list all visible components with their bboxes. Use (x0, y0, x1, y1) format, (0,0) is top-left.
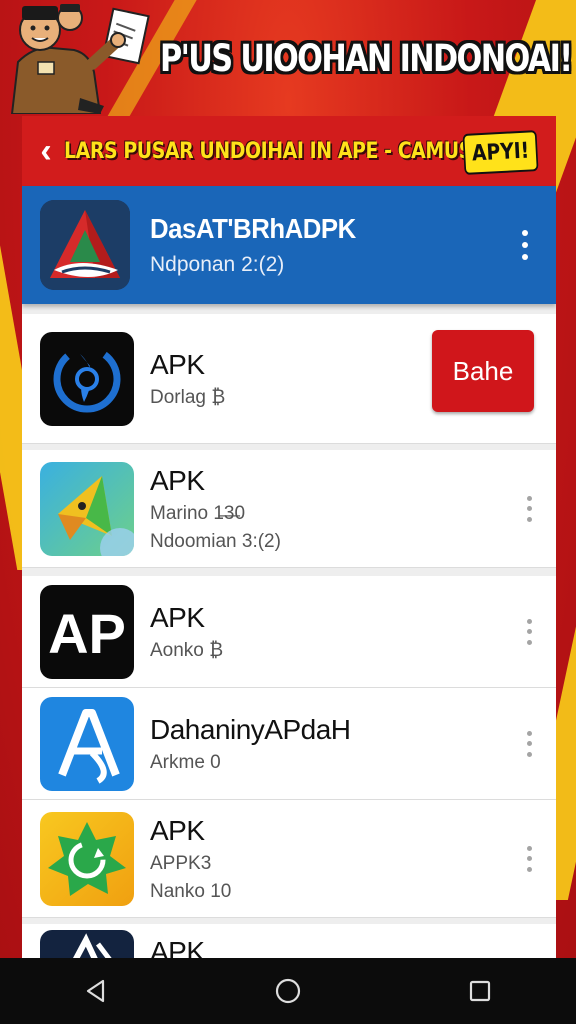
list-item[interactable]: APK Marino 1̶3̶0 Ndoomian 3:(2) (22, 450, 556, 568)
app-meta: Dorlag ₿ (150, 386, 226, 408)
app-title: APK (150, 348, 205, 380)
letter-a-icon (58, 708, 120, 784)
more-vert-icon[interactable] (524, 495, 534, 522)
mascot-illustration (10, 4, 150, 114)
app-icon (40, 811, 134, 906)
kite-icon (58, 475, 134, 556)
back-icon[interactable]: ‹ (28, 116, 64, 186)
top-banner: P'US UIOOHAN INDONOAI! (0, 0, 576, 118)
swirl-icon (53, 345, 121, 412)
apk-badge: APYI! (462, 130, 539, 175)
more-vert-icon[interactable] (524, 845, 534, 872)
app-title: APK (150, 464, 205, 496)
app-icon (40, 331, 134, 426)
list-item[interactable]: APK APPK3 Nanko 10 (22, 800, 556, 918)
nav-recents-icon[interactable] (450, 961, 510, 1021)
app-icon (40, 930, 134, 958)
more-vert-icon[interactable] (524, 618, 534, 645)
featured-app-name: DasAT'BRhADPK (150, 213, 356, 244)
subheader: ‹ LARS PUSAR UNDOIHAI IN APE - CAMUS! AP… (22, 116, 556, 186)
featured-app-row[interactable]: DasAT'BRhADPK Ndponan 2:(2) (22, 186, 556, 304)
app-icon: AP (40, 584, 134, 679)
app-title: APK (150, 936, 205, 958)
featured-app-logo (40, 200, 130, 290)
app-meta: APPK3 (150, 852, 212, 874)
system-navigation-bar (0, 958, 576, 1024)
app-meta-secondary: Nanko 10 (150, 880, 232, 902)
subheader-title: LARS PUSAR UNDOIHAI IN APE - CAMUS! (64, 138, 481, 164)
list-item[interactable]: AP APK Aonko ₿ (22, 576, 556, 688)
featured-app-subtitle: Ndponan 2:(2) (150, 253, 285, 276)
app-meta: Marino 1̶3̶0 (150, 502, 246, 524)
app-panel: ‹ LARS PUSAR UNDOIHAI IN APE - CAMUS! AP… (22, 116, 556, 958)
action-button[interactable]: Bahe (432, 330, 534, 412)
app-title: APK (150, 814, 205, 846)
app-meta: Arkme 0 (150, 751, 221, 773)
nav-back-icon[interactable] (66, 961, 126, 1021)
app-icon (40, 696, 134, 791)
app-icon (40, 461, 134, 556)
ap-letters-icon: AP (48, 602, 126, 665)
nav-home-icon[interactable] (258, 961, 318, 1021)
list-item[interactable]: DahaninyAPdaH Arkme 0 (22, 688, 556, 800)
app-meta: Aonko ₿ (150, 639, 224, 661)
app-title: DahaninyAPdaH (150, 713, 351, 745)
app-list: APK Dorlag ₿ Bahe APK Marino 1̶3̶0 Ndoom… (22, 314, 556, 958)
list-item[interactable]: APK (22, 924, 556, 958)
more-vert-icon[interactable] (524, 730, 534, 757)
star-refresh-icon (48, 821, 126, 896)
banner-title: P'US UIOOHAN INDONOAI! (160, 37, 573, 80)
triangle-logo-icon (40, 200, 130, 290)
app-title: APK (150, 601, 205, 633)
more-vert-icon[interactable] (520, 230, 530, 260)
svg-text:AP: AP (48, 602, 126, 665)
list-item[interactable]: APK Dorlag ₿ Bahe (22, 314, 556, 444)
app-meta-secondary: Ndoomian 3:(2) (150, 530, 281, 552)
partial-app-icon (73, 933, 112, 958)
